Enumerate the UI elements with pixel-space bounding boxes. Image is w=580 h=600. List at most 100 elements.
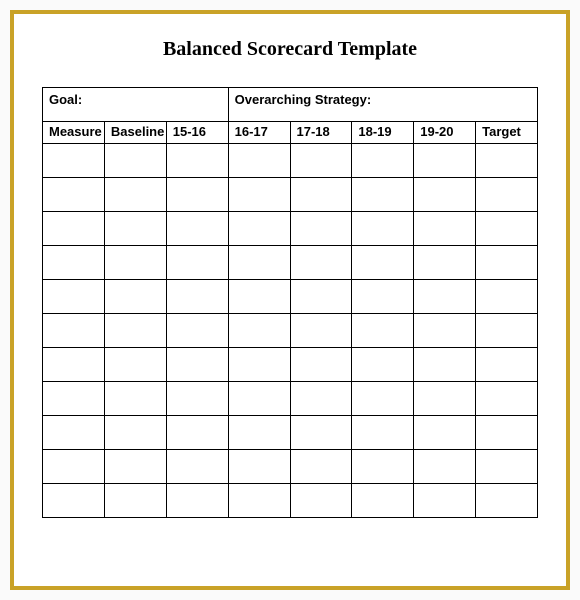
cell-y1 [166,212,228,246]
cell-baseline [104,382,166,416]
goal-cell: Goal: [43,88,229,122]
goal-label: Goal: [49,92,82,107]
cell-y2 [228,178,290,212]
cell-measure [43,178,105,212]
cell-baseline [104,450,166,484]
cell-target [476,348,538,382]
table-row [43,450,538,484]
cell-measure [43,484,105,518]
cell-y1 [166,314,228,348]
header-y1: 15-16 [166,122,228,144]
cell-y1 [166,416,228,450]
cell-y2 [228,348,290,382]
cell-measure [43,416,105,450]
cell-y4 [352,450,414,484]
table-row [43,212,538,246]
cell-target [476,280,538,314]
table-row [43,484,538,518]
table-row [43,246,538,280]
cell-target [476,314,538,348]
goal-strategy-row: Goal: Overarching Strategy: [43,88,538,122]
table-row [43,348,538,382]
header-measure: Measure [43,122,105,144]
cell-y3 [290,144,352,178]
cell-y2 [228,450,290,484]
table-row [43,178,538,212]
cell-y3 [290,348,352,382]
cell-y5 [414,348,476,382]
cell-y4 [352,178,414,212]
cell-target [476,178,538,212]
cell-y1 [166,144,228,178]
cell-y4 [352,212,414,246]
cell-measure [43,382,105,416]
cell-baseline [104,178,166,212]
strategy-label: Overarching Strategy: [235,92,372,107]
table-row [43,416,538,450]
cell-y1 [166,382,228,416]
header-y2: 16-17 [228,122,290,144]
cell-y3 [290,246,352,280]
cell-y3 [290,178,352,212]
cell-y5 [414,484,476,518]
cell-y5 [414,144,476,178]
cell-y1 [166,280,228,314]
scorecard-table: Goal: Overarching Strategy: Measure Base… [42,87,538,518]
cell-y2 [228,382,290,416]
cell-y3 [290,212,352,246]
cell-baseline [104,144,166,178]
cell-y5 [414,246,476,280]
cell-y5 [414,280,476,314]
cell-target [476,484,538,518]
cell-y2 [228,144,290,178]
cell-baseline [104,348,166,382]
cell-target [476,416,538,450]
cell-y4 [352,484,414,518]
cell-y4 [352,144,414,178]
cell-y2 [228,314,290,348]
cell-y2 [228,484,290,518]
cell-y2 [228,416,290,450]
cell-y1 [166,450,228,484]
cell-baseline [104,280,166,314]
cell-baseline [104,246,166,280]
cell-measure [43,144,105,178]
cell-target [476,212,538,246]
cell-y4 [352,416,414,450]
cell-y4 [352,314,414,348]
table-row [43,314,538,348]
cell-target [476,450,538,484]
cell-y5 [414,178,476,212]
cell-y2 [228,246,290,280]
cell-y3 [290,280,352,314]
cell-baseline [104,484,166,518]
cell-baseline [104,212,166,246]
cell-y4 [352,246,414,280]
cell-y3 [290,450,352,484]
cell-target [476,246,538,280]
cell-target [476,382,538,416]
cell-y3 [290,416,352,450]
header-target: Target [476,122,538,144]
cell-measure [43,280,105,314]
cell-y5 [414,450,476,484]
document-frame: Balanced Scorecard Template Goal: Overar… [10,10,570,590]
cell-y3 [290,314,352,348]
cell-y4 [352,280,414,314]
cell-y1 [166,178,228,212]
cell-y1 [166,348,228,382]
cell-y2 [228,280,290,314]
table-row [43,280,538,314]
strategy-cell: Overarching Strategy: [228,88,537,122]
cell-y5 [414,212,476,246]
cell-y4 [352,382,414,416]
cell-y5 [414,382,476,416]
cell-measure [43,246,105,280]
table-row [43,382,538,416]
cell-baseline [104,416,166,450]
cell-y1 [166,484,228,518]
cell-y1 [166,246,228,280]
cell-y3 [290,484,352,518]
cell-y5 [414,314,476,348]
header-y4: 18-19 [352,122,414,144]
